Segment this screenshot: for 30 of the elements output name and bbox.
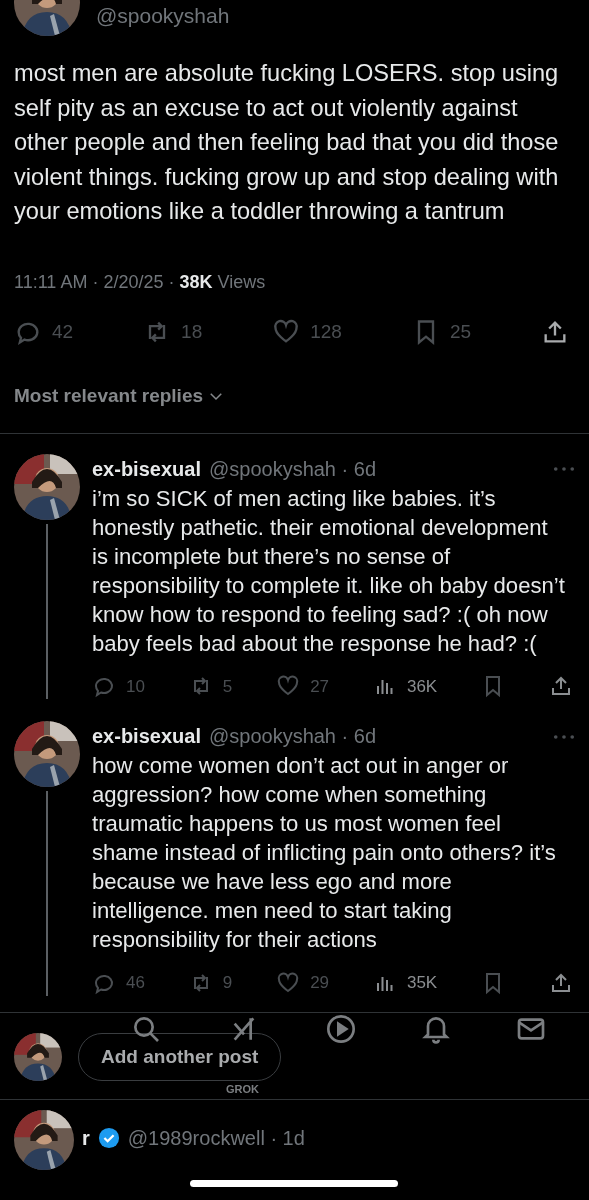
- bookmark-button[interactable]: 25: [411, 317, 472, 346]
- grok-label: GROK: [226, 1081, 259, 1097]
- views-button[interactable]: 36K: [372, 673, 438, 699]
- author-name: r: [82, 1126, 90, 1151]
- author-name: ex-bisexual: [92, 724, 201, 749]
- reply-button[interactable]: 42: [14, 317, 74, 346]
- timestamp-text: 11:11 AM · 2/20/25 · 38K Views: [13, 270, 267, 294]
- video-tab[interactable]: [325, 1012, 357, 1045]
- author-name: ex-bisexual: [92, 456, 201, 482]
- reply-text: i’m so SICK of men acting like babies. it’s honestly pathetic. their emotional development is incomplete but there’s no sense of responsibility to complete it. like oh baby doesn’t know how to respond to feeling sad? :( oh now baby feels bad about the response he had? :(: [92, 484, 566, 658]
- handle-text: @1989rockwell · 1d: [127, 1126, 305, 1151]
- repost-button[interactable]: 9: [188, 970, 233, 996]
- reply-button[interactable]: 46: [92, 970, 145, 996]
- play-icon: [325, 1012, 357, 1045]
- repost-button[interactable]: 18: [143, 317, 203, 346]
- handle-text: @spookyshah · 6d: [208, 456, 376, 482]
- more-icon: [553, 465, 575, 474]
- repost-button[interactable]: 5: [188, 673, 233, 699]
- reply-text: how come women don’t act out in anger or aggression? how come when something traumatic happens to us most women feel shame instead of inflicting pain onto others? it’s because we have less ego and more intelligence. men need to start taking responsibility for their actions: [92, 752, 557, 954]
- handle-text: @spookyshah · 6d: [208, 724, 376, 749]
- views-button[interactable]: 35K: [372, 970, 438, 996]
- more-icon: [553, 732, 575, 741]
- handle-text: @spookyshah: [96, 3, 230, 29]
- like-button[interactable]: 128: [272, 317, 342, 346]
- like-button[interactable]: 27: [276, 673, 330, 699]
- sort-dropdown[interactable]: Most relevant replies: [14, 382, 226, 411]
- reply-button[interactable]: 10: [92, 673, 145, 699]
- heart-icon: [276, 970, 301, 995]
- like-button[interactable]: 29: [276, 970, 330, 996]
- post-text: most men are absolute fucking LOSERS. stop using self pity as an excuse to act out violently against other people and then feeling bad that you did those violent things. fucking grow up and stop dealing with your emotions like a toddler throwing a tantrum: [13, 59, 560, 226]
